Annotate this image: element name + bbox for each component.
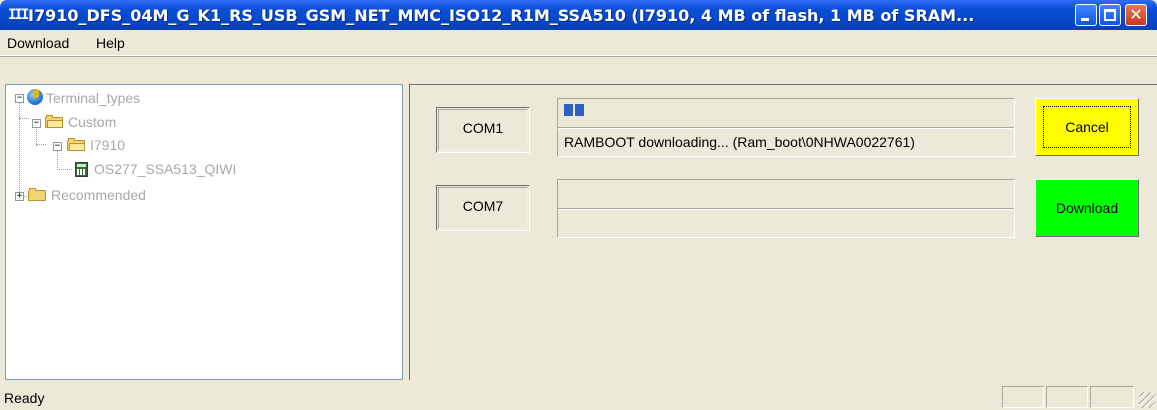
tree-line xyxy=(19,102,20,198)
cancel-button[interactable]: Cancel xyxy=(1035,98,1139,156)
progress-bar xyxy=(562,183,1010,205)
globe-icon xyxy=(27,89,43,105)
maximize-button[interactable] xyxy=(1099,4,1121,26)
right-pane-border xyxy=(409,84,410,380)
port-status-text xyxy=(564,213,1004,233)
right-pane-border xyxy=(409,84,1157,85)
com-port-label: COM1 xyxy=(462,120,504,136)
progress-segment xyxy=(575,104,584,116)
download-button-label: Download xyxy=(1055,200,1119,216)
tree-node-i7910[interactable]: I7910 xyxy=(90,136,125,154)
tree-line xyxy=(36,126,37,146)
status-pane xyxy=(1002,386,1044,408)
progress-segment xyxy=(564,104,573,116)
port-status-text: RAMBOOT downloading... (Ram_boot\0NHWA00… xyxy=(564,134,915,150)
folder-open-icon xyxy=(45,115,63,128)
maximize-icon xyxy=(1104,9,1116,21)
resize-grip-icon[interactable] xyxy=(1139,392,1155,408)
status-pane xyxy=(1090,386,1134,408)
close-icon: ✕ xyxy=(1129,5,1143,24)
tree-line xyxy=(36,144,46,145)
tree-node-terminal-types[interactable]: Terminal_types xyxy=(46,89,140,107)
port-progress-panel xyxy=(557,179,1015,238)
tree-line xyxy=(19,118,29,119)
tree-line xyxy=(57,151,58,170)
tree-expander-i7910[interactable]: − xyxy=(53,142,62,151)
com-port-button[interactable]: COM1 xyxy=(436,107,530,153)
tree-expander-recommended[interactable]: + xyxy=(15,192,24,201)
tree-node-terminal-config[interactable]: OS277_SSA513_QIWI xyxy=(94,160,236,178)
port-progress-panel: RAMBOOT downloading... (Ram_boot\0NHWA00… xyxy=(557,98,1015,157)
com-port-button[interactable]: COM7 xyxy=(436,185,530,231)
status-pane xyxy=(1046,386,1088,408)
download-button[interactable]: Download xyxy=(1035,179,1139,237)
focus-rectangle xyxy=(1043,106,1131,148)
title-bar[interactable]: III I7910_DFS_04M_G_K1_RS_USB_GSM_NET_MM… xyxy=(0,0,1157,30)
tree-expander-root[interactable]: − xyxy=(15,94,24,103)
progress-bar xyxy=(562,102,1010,124)
menu-help-label: Help xyxy=(96,35,125,51)
minimize-button[interactable] xyxy=(1075,4,1097,26)
close-button[interactable]: ✕ xyxy=(1125,4,1147,26)
window-title: I7910_DFS_04M_G_K1_RS_USB_GSM_NET_MMC_IS… xyxy=(28,6,975,25)
menu-separator-shadow xyxy=(0,56,1157,57)
tree-node-recommended[interactable]: Recommended xyxy=(51,186,146,204)
status-text: Ready xyxy=(4,390,45,406)
minimize-icon xyxy=(1081,18,1089,21)
menu-bar: Download Help xyxy=(0,30,1157,56)
menu-help[interactable]: Help xyxy=(96,30,125,56)
terminal-tree[interactable]: − Terminal_types − Custom − I7910 OS277_… xyxy=(5,84,403,380)
tree-expander-custom[interactable]: − xyxy=(32,119,41,128)
status-bar: Ready xyxy=(0,384,1157,410)
menu-download[interactable]: Download xyxy=(7,30,69,56)
menu-download-label: Download xyxy=(7,35,70,51)
tree-node-custom[interactable]: Custom xyxy=(68,113,116,131)
com-port-label: COM7 xyxy=(462,198,504,214)
folder-open-icon xyxy=(67,138,85,151)
folder-icon xyxy=(28,188,46,201)
app-icon: III xyxy=(8,7,29,23)
calculator-icon xyxy=(75,162,88,177)
tree-line xyxy=(57,169,72,170)
